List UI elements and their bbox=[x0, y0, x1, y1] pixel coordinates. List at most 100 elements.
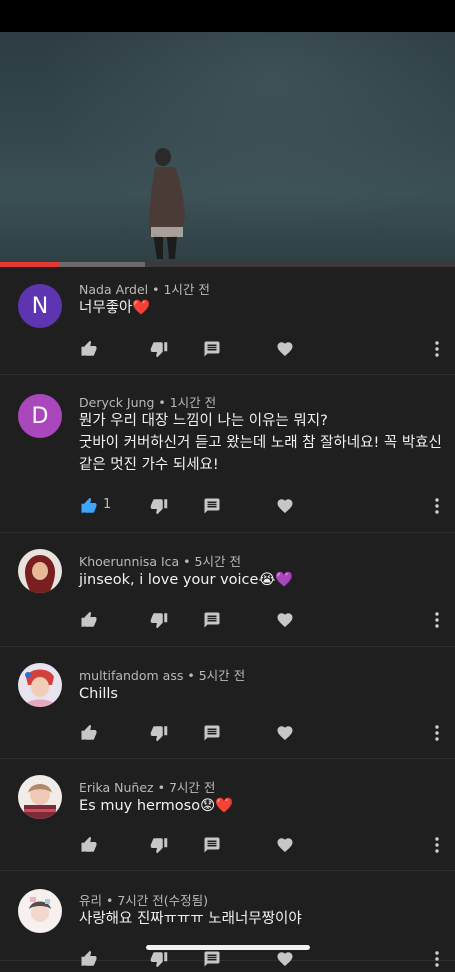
heart-icon bbox=[277, 726, 293, 741]
comment-text-line: 뭔가 우리 대장 느낌이 나는 이유는 뭐지? bbox=[79, 413, 328, 429]
reply-button[interactable] bbox=[201, 609, 223, 631]
comment-item: Khoerunnisa Ica • 5시간 전 jinseok, i love y… bbox=[0, 532, 455, 647]
comment-text-line: jinseok, i love your voice😭💜 bbox=[79, 572, 294, 588]
reply-button[interactable] bbox=[201, 495, 223, 517]
more-options-button[interactable] bbox=[426, 495, 448, 517]
commenter-avatar[interactable] bbox=[18, 549, 62, 593]
comment-text: jinseok, i love your voice😭💜 bbox=[79, 569, 293, 591]
dislike-button[interactable] bbox=[148, 609, 170, 631]
like-button[interactable] bbox=[78, 948, 100, 970]
commenter-avatar[interactable] bbox=[18, 889, 62, 933]
comment-text-line: 같은 멋진 가수 되세요! bbox=[79, 457, 219, 473]
dislike-icon bbox=[150, 613, 168, 629]
more-options-button[interactable] bbox=[426, 609, 448, 631]
heart-icon bbox=[277, 342, 293, 357]
dislike-icon bbox=[150, 952, 168, 968]
comment-meta: Khoerunnisa Ica • 5시간 전 bbox=[79, 551, 241, 570]
like-icon bbox=[81, 950, 97, 966]
reply-button[interactable] bbox=[201, 948, 223, 970]
more-options-button[interactable] bbox=[426, 834, 448, 856]
video-progress-bar[interactable] bbox=[0, 262, 455, 267]
comment-author[interactable]: 유리 bbox=[79, 893, 102, 908]
dislike-button[interactable] bbox=[148, 722, 170, 744]
dislike-button[interactable] bbox=[148, 834, 170, 856]
comment-actions bbox=[0, 948, 455, 972]
like-button[interactable] bbox=[78, 609, 100, 631]
dislike-icon bbox=[150, 838, 168, 854]
heart-button[interactable] bbox=[274, 338, 296, 360]
commenter-avatar[interactable] bbox=[18, 775, 62, 819]
more-options-icon bbox=[435, 341, 439, 357]
like-button[interactable] bbox=[78, 834, 100, 856]
comment-meta: Erika Nuñez • 7시간 전 bbox=[79, 777, 215, 796]
more-options-button[interactable] bbox=[426, 948, 448, 970]
reply-button[interactable] bbox=[201, 722, 223, 744]
comment-meta: Nada Ardel • 1시간 전 bbox=[79, 279, 210, 298]
heart-icon bbox=[277, 613, 293, 628]
like-icon bbox=[81, 724, 97, 740]
comment-meta: 유리 • 7시간 전(수정됨) bbox=[79, 890, 208, 909]
reply-icon bbox=[204, 612, 220, 628]
heart-button[interactable] bbox=[274, 609, 296, 631]
video-frame bbox=[0, 32, 455, 262]
heart-button[interactable] bbox=[274, 948, 296, 970]
meta-separator: • bbox=[183, 668, 199, 683]
like-count: 1 bbox=[103, 497, 112, 512]
heart-button[interactable] bbox=[274, 495, 296, 517]
more-options-icon bbox=[435, 498, 439, 514]
reply-icon bbox=[204, 725, 220, 741]
comment-timestamp: 7시간 전 bbox=[168, 780, 216, 795]
meta-separator: • bbox=[179, 554, 195, 569]
comment-author[interactable]: Nada Ardel bbox=[79, 282, 148, 297]
dislike-button[interactable] bbox=[148, 338, 170, 360]
comment-actions bbox=[0, 609, 455, 633]
like-icon bbox=[81, 611, 97, 627]
commenter-avatar[interactable]: D bbox=[18, 394, 62, 438]
commenter-avatar[interactable]: N bbox=[18, 284, 62, 328]
more-options-icon bbox=[435, 837, 439, 853]
comment-item: D Deryck Jung • 1시간 전 뭔가 우리 대장 느낌이 나는 이유는 … bbox=[0, 374, 455, 533]
comment-author[interactable]: Deryck Jung bbox=[79, 395, 154, 410]
like-button[interactable] bbox=[78, 338, 100, 360]
more-options-icon bbox=[435, 951, 439, 967]
commenter-avatar[interactable] bbox=[18, 663, 62, 707]
like-icon bbox=[81, 340, 97, 356]
heart-button[interactable] bbox=[274, 834, 296, 856]
video-player[interactable] bbox=[0, 32, 455, 262]
comment-author[interactable]: Erika Nuñez bbox=[79, 780, 154, 795]
comment-text: 사랑해요 진짜ㅠㅠㅠ 노래너무짱이야 bbox=[79, 908, 302, 930]
like-button[interactable] bbox=[78, 495, 100, 517]
dislike-icon bbox=[150, 726, 168, 742]
comment-text: 너무좋아❤️ bbox=[79, 297, 150, 319]
dislike-icon bbox=[150, 342, 168, 358]
reply-icon bbox=[204, 951, 220, 967]
comment-item: N Nada Ardel • 1시간 전 너무좋아❤️ bbox=[0, 268, 455, 375]
comment-item: multifandom ass • 5시간 전 Chills bbox=[0, 646, 455, 759]
dislike-button[interactable] bbox=[148, 495, 170, 517]
more-options-icon bbox=[435, 612, 439, 628]
status-bar bbox=[0, 0, 455, 32]
avatar-letter: D bbox=[31, 403, 49, 429]
reply-button[interactable] bbox=[201, 338, 223, 360]
like-button[interactable] bbox=[78, 722, 100, 744]
reply-button[interactable] bbox=[201, 834, 223, 856]
comment-timestamp: 1시간 전 bbox=[163, 282, 210, 297]
comment-text: Es muy hermoso😟❤️ bbox=[79, 795, 233, 817]
heart-icon bbox=[277, 499, 293, 514]
like-icon bbox=[81, 836, 97, 852]
more-options-button[interactable] bbox=[426, 338, 448, 360]
comment-author[interactable]: multifandom ass bbox=[79, 668, 183, 683]
meta-separator: • bbox=[153, 780, 169, 795]
progress-buffered bbox=[59, 262, 145, 267]
comment-timestamp: 5시간 전 bbox=[194, 554, 241, 569]
comment-timestamp: 7시간 전(수정됨) bbox=[117, 893, 209, 908]
meta-separator: • bbox=[148, 282, 164, 297]
comment-author[interactable]: Khoerunnisa Ica bbox=[79, 554, 179, 569]
more-options-button[interactable] bbox=[426, 722, 448, 744]
comment-timestamp: 5시간 전 bbox=[198, 668, 246, 683]
progress-played bbox=[0, 262, 59, 267]
home-indicator[interactable] bbox=[146, 945, 310, 950]
heart-icon bbox=[277, 952, 293, 967]
heart-button[interactable] bbox=[274, 722, 296, 744]
dislike-button[interactable] bbox=[148, 948, 170, 970]
